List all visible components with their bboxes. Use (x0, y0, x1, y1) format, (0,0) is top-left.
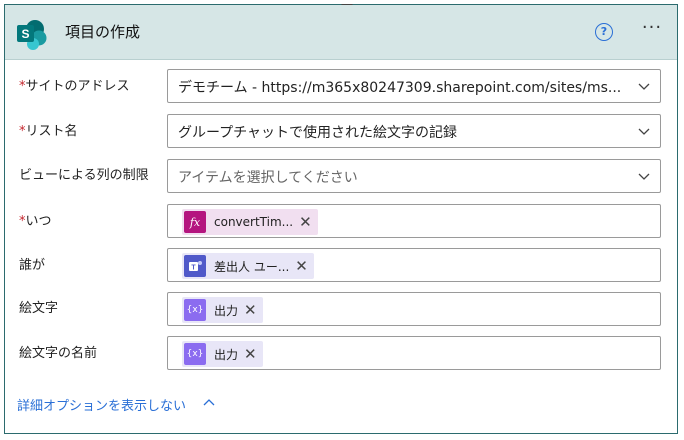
help-icon[interactable]: ? (595, 23, 613, 41)
list-name-dropdown[interactable]: グループチャットで使用された絵文字の記録 (167, 114, 661, 148)
token-label: 出力 (214, 347, 239, 362)
field-label: 誰が (19, 258, 46, 273)
card-title: 項目の作成 (65, 23, 141, 41)
dynamic-token[interactable]: {x} 出力 ✕ (182, 341, 263, 367)
token-label: convertTim... (214, 215, 294, 229)
action-card: S 項目の作成 ? ··· *サイトのアドレス デモチーム - https://… (4, 4, 678, 434)
list-name-value: グループチャットで使用された絵文字の記録 (178, 125, 458, 141)
dynamic-token[interactable]: T 差出人 ユー... ✕ (182, 253, 314, 279)
close-icon[interactable]: ✕ (299, 214, 312, 230)
close-icon[interactable]: ✕ (295, 258, 308, 274)
view-limit-placeholder: アイテムを選択してください (178, 170, 358, 186)
more-options-icon[interactable]: ··· (639, 19, 665, 39)
emoji-input[interactable]: {x} 出力 ✕ (167, 292, 661, 326)
site-address-dropdown[interactable]: デモチーム - https://m365x80247309.sharepoint… (167, 69, 661, 103)
token-label: 差出人 ユー... (214, 259, 290, 274)
teams-icon: T (184, 255, 206, 277)
chevron-down-icon (638, 173, 650, 180)
chevron-down-icon (638, 83, 650, 90)
site-address-value: デモチーム - https://m365x80247309.sharepoint… (178, 80, 622, 96)
field-label: 絵文字 (19, 301, 59, 316)
field-label: 絵文字の名前 (19, 346, 98, 361)
card-header[interactable]: S 項目の作成 ? ··· (5, 5, 677, 60)
who-input[interactable]: T 差出人 ユー... ✕ (167, 248, 661, 282)
field-label: *いつ (19, 214, 52, 229)
view-limit-dropdown[interactable]: アイテムを選択してください (167, 159, 661, 193)
close-icon[interactable]: ✕ (244, 346, 257, 362)
svg-text:T: T (191, 265, 196, 272)
dynamic-token[interactable]: {x} 出力 ✕ (182, 297, 263, 323)
fx-icon: fx (184, 211, 206, 233)
chevron-down-icon (638, 128, 650, 135)
sharepoint-icon: S (17, 20, 47, 50)
variable-icon: {x} (184, 299, 206, 321)
field-label: *サイトのアドレス (19, 79, 130, 94)
hide-advanced-options-link[interactable]: 詳細オプションを表示しない (17, 395, 186, 414)
chevron-up-icon[interactable] (203, 397, 215, 407)
when-input[interactable]: fx convertTim... ✕ (167, 204, 661, 238)
field-label: ビューによる列の制限 (19, 168, 149, 183)
token-label: 出力 (214, 303, 239, 318)
svg-text:S: S (21, 27, 29, 41)
dynamic-token[interactable]: fx convertTim... ✕ (182, 209, 318, 235)
emoji-name-input[interactable]: {x} 出力 ✕ (167, 336, 661, 370)
close-icon[interactable]: ✕ (244, 302, 257, 318)
field-label: *リスト名 (19, 124, 78, 139)
variable-icon: {x} (184, 343, 206, 365)
